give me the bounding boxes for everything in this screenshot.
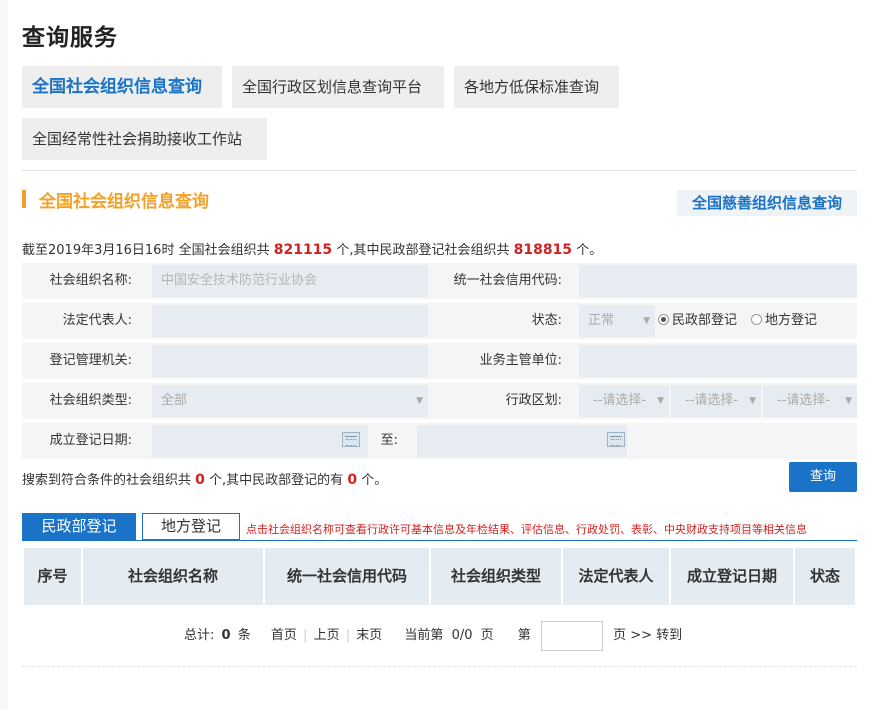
column-header-org-type: 社会组织类型: [431, 548, 561, 605]
pager-separator: |: [345, 628, 351, 643]
form-row-type: 社会组织类型: 全部 ▼ 行政区划: --请选择- ▼ --请选择- ▼ --请…: [22, 383, 857, 419]
region-city-value: --请选择-: [685, 393, 739, 408]
column-header-status: 状态: [795, 548, 855, 605]
pager-separator: |: [303, 628, 308, 643]
stats-line: 截至2019年3月16日16时 全国社会组织共 821115 个,其中民政部登记…: [22, 239, 602, 258]
calendar-icon[interactable]: [342, 432, 360, 447]
pager-total-count: 0: [221, 628, 231, 643]
radio-selected-icon: [658, 314, 669, 325]
tab-local-registered[interactable]: 地方登记: [142, 513, 240, 540]
status-value: 正常: [588, 313, 615, 328]
column-header-index: 序号: [24, 548, 81, 605]
result-ministry-count: 0: [347, 472, 358, 488]
result-line: 搜索到符合条件的社会组织共 0 个,其中民政部登记的有 0 个。: [22, 469, 387, 488]
status-label: 状态:: [531, 313, 562, 328]
radio-local[interactable]: 地方登记: [751, 303, 817, 339]
pager-goto-prefix: 第: [517, 628, 531, 643]
radio-unselected-icon: [751, 314, 762, 325]
stats-prefix: 截至2019年3月16日16时 全国社会组织共: [22, 243, 270, 258]
page-number-input[interactable]: [540, 621, 603, 651]
tab-ministry-registered[interactable]: 民政部登记: [22, 513, 136, 540]
stats-mid: 个,其中民政部登记社会组织共: [336, 243, 510, 258]
tab-admin-division-query[interactable]: 全国行政区划信息查询平台: [232, 66, 444, 108]
region-select-province[interactable]: --请选择- ▼: [579, 385, 669, 417]
tab-org-info-query[interactable]: 全国社会组织信息查询: [22, 66, 222, 108]
radio-ministry[interactable]: 民政部登记: [658, 303, 737, 339]
org-type-select[interactable]: 全部 ▼: [152, 385, 428, 417]
org-type-label: 社会组织类型:: [49, 393, 132, 408]
stats-total-count: 821115: [273, 242, 333, 258]
chevron-down-icon: ▼: [643, 316, 650, 326]
tab-subsistence-standard-query[interactable]: 各地方低保标准查询: [454, 66, 619, 108]
calendar-icon[interactable]: [607, 432, 625, 447]
result-prefix: 搜索到符合条件的社会组织共: [22, 473, 192, 488]
pager-total-label: 总计:: [184, 628, 215, 643]
result-suffix: 个。: [361, 473, 388, 488]
hint-text: 点击社会组织名称可查看行政许可基本信息及年检结果、评估信息、行政处罚、表彰、中央…: [246, 523, 807, 536]
section-title: 全国社会组织信息查询: [39, 192, 209, 212]
pager-current-label: 当前第: [404, 628, 444, 643]
region-province-value: --请选择-: [593, 393, 647, 408]
business-unit-label: 业务主管单位:: [479, 353, 562, 368]
results-table-header: 序号 社会组织名称 统一社会信用代码 社会组织类型 法定代表人 成立登记日期 状…: [22, 548, 857, 605]
pager-current-unit: 页: [480, 628, 494, 643]
date-end-input[interactable]: [417, 425, 627, 457]
credit-code-label: 统一社会信用代码:: [453, 273, 562, 288]
column-header-legal-rep: 法定代表人: [563, 548, 669, 605]
result-mid: 个,其中民政部登记的有: [209, 473, 344, 488]
status-select[interactable]: 正常 ▼: [579, 305, 655, 337]
legal-rep-input[interactable]: [152, 305, 428, 337]
column-header-reg-date: 成立登记日期: [671, 548, 793, 605]
credit-code-input[interactable]: [579, 265, 857, 297]
pager-goto-link[interactable]: 页 >> 转到: [613, 621, 682, 651]
org-name-input[interactable]: 中国安全技术防范行业协会: [152, 265, 428, 297]
radio-local-label: 地方登记: [765, 313, 818, 328]
bottom-divider: [22, 666, 857, 667]
reg-authority-input[interactable]: [152, 345, 428, 377]
stats-ministry-count: 818815: [513, 242, 573, 258]
column-header-org-name: 社会组织名称: [83, 548, 263, 605]
chevron-down-icon: ▼: [657, 396, 664, 406]
region-district-value: --请选择-: [777, 393, 831, 408]
pager-total-unit: 条: [237, 628, 251, 643]
left-margin: [0, 0, 8, 710]
date-label: 成立登记日期:: [49, 433, 132, 448]
result-count: 0: [195, 472, 205, 488]
legal-rep-label: 法定代表人:: [62, 313, 132, 328]
pager-first-link[interactable]: 首页: [271, 621, 297, 651]
page-title: 查询服务: [22, 25, 118, 51]
region-select-district[interactable]: --请选择- ▼: [763, 385, 857, 417]
form-row-date: 成立登记日期: 至:: [22, 423, 857, 459]
charity-org-query-link[interactable]: 全国慈善组织信息查询: [677, 190, 857, 216]
region-select-city[interactable]: --请选择- ▼: [671, 385, 761, 417]
date-start-input[interactable]: [152, 425, 368, 457]
page: 查询服务 全国社会组织信息查询 全国行政区划信息查询平台 各地方低保标准查询 全…: [0, 0, 879, 710]
divider: [22, 170, 857, 171]
section-accent-bar: [22, 190, 26, 208]
pager-current-value: 0/0: [451, 628, 473, 643]
radio-ministry-label: 民政部登记: [672, 313, 738, 328]
tab-donation-station[interactable]: 全国经常性社会捐助接收工作站: [22, 118, 267, 160]
tab-underline: [22, 540, 857, 541]
business-unit-input[interactable]: [579, 345, 857, 377]
region-label: 行政区划:: [505, 393, 562, 408]
chevron-down-icon: ▼: [416, 396, 423, 406]
form-row-name: 社会组织名称: 中国安全技术防范行业协会 统一社会信用代码:: [22, 263, 857, 299]
date-to-label: 至:: [380, 433, 398, 448]
pager-prev-link[interactable]: 上页: [314, 621, 340, 651]
search-button[interactable]: 查询: [789, 462, 857, 492]
form-row-authority: 登记管理机关: 业务主管单位:: [22, 343, 857, 379]
org-type-value: 全部: [161, 393, 188, 408]
reg-authority-label: 登记管理机关:: [49, 353, 132, 368]
form-row-legal-rep: 法定代表人: 状态: 正常 ▼ 民政部登记 地方登记: [22, 303, 857, 339]
pagination: 总计: 0 条 首页 | 上页 | 末页 当前第 0/0 页 第 页 >> 转到: [184, 621, 682, 651]
chevron-down-icon: ▼: [749, 396, 756, 406]
pager-last-link[interactable]: 末页: [356, 621, 382, 651]
stats-suffix: 个。: [576, 243, 603, 258]
column-header-credit-code: 统一社会信用代码: [265, 548, 429, 605]
org-name-label: 社会组织名称:: [49, 273, 132, 288]
chevron-down-icon: ▼: [845, 396, 852, 406]
